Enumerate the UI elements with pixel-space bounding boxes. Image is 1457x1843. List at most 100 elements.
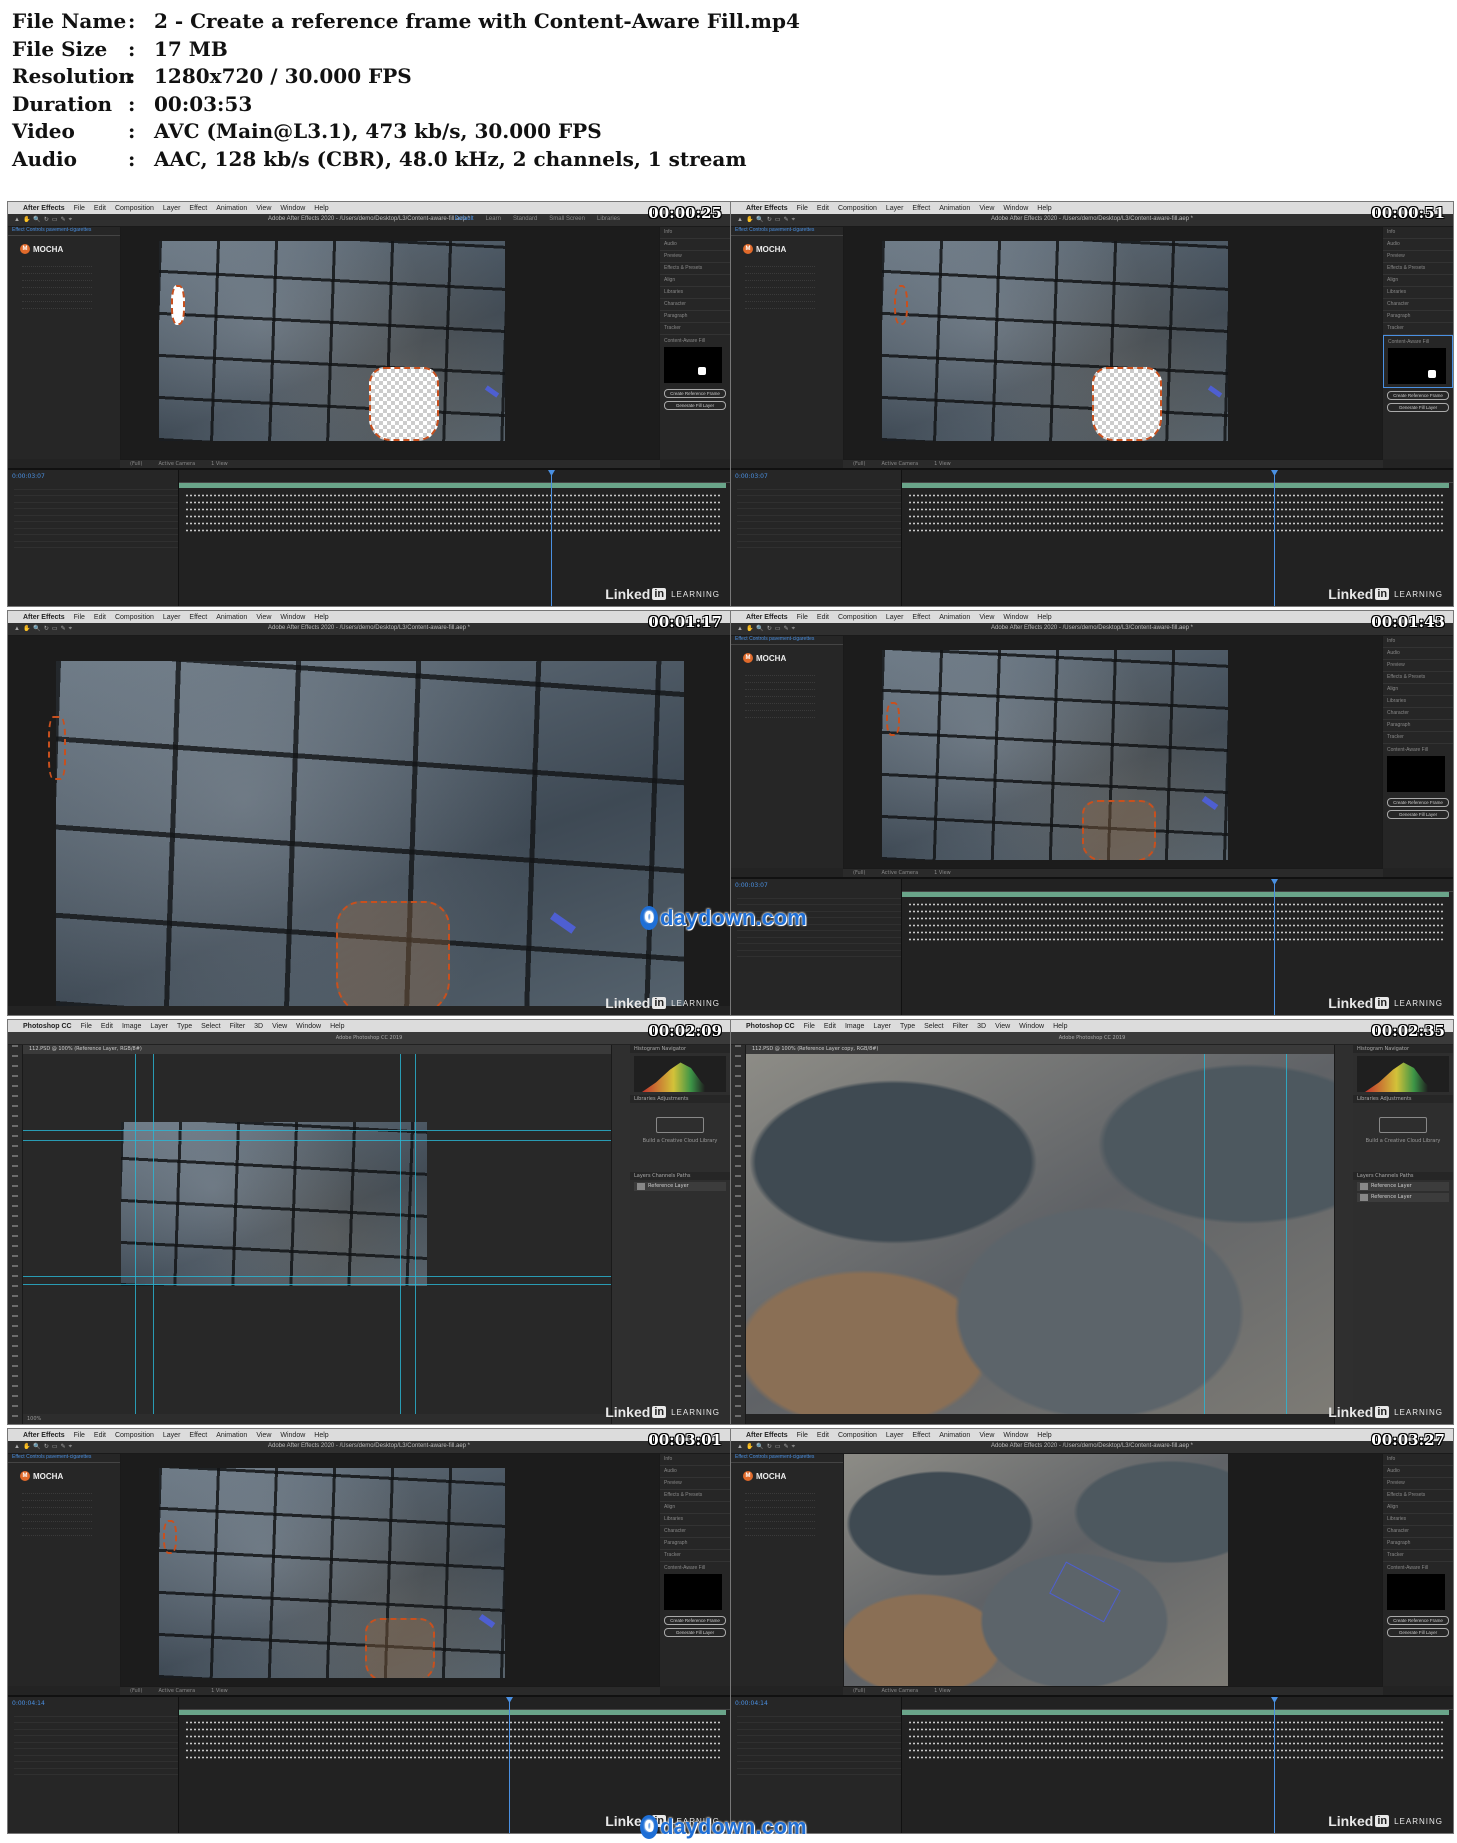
mocha-badge[interactable]: M MOCHA bbox=[20, 1471, 120, 1481]
menu-file[interactable]: File bbox=[804, 1023, 815, 1030]
menu-window[interactable]: Window bbox=[1019, 1023, 1044, 1030]
menu-help[interactable]: Help bbox=[1037, 1432, 1051, 1439]
histogram-tabs[interactable]: Histogram Navigator bbox=[630, 1045, 730, 1053]
menu-file[interactable]: File bbox=[74, 205, 85, 212]
composition-viewer[interactable] bbox=[121, 227, 660, 459]
menu-app[interactable]: After Effects bbox=[746, 614, 788, 621]
menu-layer[interactable]: Layer bbox=[886, 205, 904, 212]
menu-layer[interactable]: Layer bbox=[163, 614, 181, 621]
time-ruler[interactable] bbox=[179, 1697, 730, 1710]
view-layout-select[interactable]: 1 View bbox=[934, 1688, 951, 1694]
document-canvas[interactable] bbox=[746, 1054, 1335, 1414]
layer-bar[interactable] bbox=[902, 892, 1449, 897]
document-tab[interactable]: 112.PSD @ 100% (Reference Layer, RGB/8#) bbox=[23, 1045, 630, 1054]
create-reference-frame-button[interactable]: Create Reference Frame bbox=[664, 1616, 726, 1625]
libraries-tabs[interactable]: Libraries Adjustments bbox=[630, 1095, 730, 1103]
playhead[interactable] bbox=[1274, 470, 1275, 606]
guide-line[interactable] bbox=[23, 1140, 612, 1141]
effect-controls-tab[interactable]: Effect Controls pavement-cigarettes bbox=[731, 636, 843, 645]
create-reference-frame-button[interactable]: Create Reference Frame bbox=[1387, 1616, 1449, 1625]
layer-row[interactable]: Reference Layer bbox=[634, 1182, 726, 1191]
view-layout-select[interactable]: 1 View bbox=[211, 1688, 228, 1694]
playhead[interactable] bbox=[1274, 1697, 1275, 1833]
composition-viewer[interactable] bbox=[844, 1454, 1383, 1686]
current-time[interactable]: 0:00:03:07 bbox=[731, 470, 901, 483]
menu-file[interactable]: File bbox=[74, 1432, 85, 1439]
workspace-learn[interactable]: Learn bbox=[486, 216, 501, 222]
composition-viewer[interactable] bbox=[844, 227, 1383, 459]
generate-fill-layer-button[interactable]: Generate Fill Layer bbox=[664, 1628, 726, 1637]
menu-animation[interactable]: Animation bbox=[939, 205, 970, 212]
menu-window[interactable]: Window bbox=[280, 614, 305, 621]
menu-image[interactable]: Image bbox=[122, 1023, 141, 1030]
menu-composition[interactable]: Composition bbox=[838, 205, 877, 212]
view-layout-select[interactable]: 1 View bbox=[211, 461, 228, 467]
camera-select[interactable]: Active Camera bbox=[158, 1688, 195, 1694]
menu-window[interactable]: Window bbox=[280, 205, 305, 212]
effect-controls-tab[interactable]: Effect Controls pavement-cigarettes bbox=[731, 227, 843, 236]
menu-effect[interactable]: Effect bbox=[189, 1432, 207, 1439]
menu-view[interactable]: View bbox=[979, 614, 994, 621]
menu-composition[interactable]: Composition bbox=[115, 205, 154, 212]
menu-view[interactable]: View bbox=[995, 1023, 1010, 1030]
composition-viewer[interactable] bbox=[121, 1454, 660, 1686]
menu-edit[interactable]: Edit bbox=[824, 1023, 836, 1030]
menu-animation[interactable]: Animation bbox=[216, 205, 247, 212]
playhead[interactable] bbox=[1274, 879, 1275, 1015]
menu-help[interactable]: Help bbox=[314, 1432, 328, 1439]
menu-file[interactable]: File bbox=[797, 614, 808, 621]
resolution-select[interactable]: (Full) bbox=[853, 1688, 865, 1694]
menu-app[interactable]: After Effects bbox=[23, 614, 65, 621]
menu-view[interactable]: View bbox=[272, 1023, 287, 1030]
menu-app[interactable]: After Effects bbox=[23, 205, 65, 212]
menu-app[interactable]: After Effects bbox=[23, 1432, 65, 1439]
menu-animation[interactable]: Animation bbox=[939, 1432, 970, 1439]
menu-edit[interactable]: Edit bbox=[94, 205, 106, 212]
generate-fill-layer-button[interactable]: Generate Fill Layer bbox=[664, 401, 726, 410]
current-time[interactable]: 0:00:04:14 bbox=[731, 1697, 901, 1710]
view-layout-select[interactable]: 1 View bbox=[934, 870, 951, 876]
guide-line[interactable] bbox=[135, 1054, 136, 1414]
workspace-default[interactable]: Default bbox=[455, 216, 474, 222]
menu-window[interactable]: Window bbox=[280, 1432, 305, 1439]
document-canvas[interactable] bbox=[23, 1054, 612, 1414]
menu-composition[interactable]: Composition bbox=[115, 1432, 154, 1439]
layer-row[interactable]: Reference Layer bbox=[1357, 1193, 1449, 1202]
view-layout-select[interactable]: 1 View bbox=[934, 461, 951, 467]
panel-icon-strip[interactable] bbox=[611, 1045, 630, 1424]
effect-controls-tab[interactable]: Effect Controls pavement-cigarettes bbox=[731, 1454, 843, 1463]
menu-edit[interactable]: Edit bbox=[94, 614, 106, 621]
menu-composition[interactable]: Composition bbox=[838, 614, 877, 621]
menu-effect[interactable]: Effect bbox=[189, 614, 207, 621]
guide-line[interactable] bbox=[23, 1130, 612, 1131]
camera-select[interactable]: Active Camera bbox=[881, 461, 918, 467]
menu-app[interactable]: Photoshop CC bbox=[23, 1023, 72, 1030]
menu-file[interactable]: File bbox=[797, 1432, 808, 1439]
menu-edit[interactable]: Edit bbox=[94, 1432, 106, 1439]
menu-edit[interactable]: Edit bbox=[817, 614, 829, 621]
menu-app[interactable]: After Effects bbox=[746, 1432, 788, 1439]
menu-file[interactable]: File bbox=[74, 614, 85, 621]
menu-composition[interactable]: Composition bbox=[115, 614, 154, 621]
menu-window[interactable]: Window bbox=[1003, 205, 1028, 212]
menu-help[interactable]: Help bbox=[1037, 205, 1051, 212]
guide-line[interactable] bbox=[23, 1284, 612, 1285]
menu-filter[interactable]: Filter bbox=[953, 1023, 969, 1030]
layer-bar[interactable] bbox=[902, 1710, 1449, 1715]
layer-row[interactable]: Reference Layer bbox=[1357, 1182, 1449, 1191]
time-ruler[interactable] bbox=[179, 470, 730, 483]
resolution-select[interactable]: (Full) bbox=[130, 1688, 142, 1694]
menu-view[interactable]: View bbox=[256, 614, 271, 621]
current-time[interactable]: 0:00:03:07 bbox=[731, 879, 901, 892]
workspace-libraries[interactable]: Libraries bbox=[597, 216, 620, 222]
menu-effect[interactable]: Effect bbox=[912, 205, 930, 212]
menu-file[interactable]: File bbox=[81, 1023, 92, 1030]
mocha-badge[interactable]: M MOCHA bbox=[743, 244, 843, 254]
menu-image[interactable]: Image bbox=[845, 1023, 864, 1030]
effect-controls-tab[interactable]: Effect Controls pavement-cigarettes bbox=[8, 1454, 120, 1463]
menu-view[interactable]: View bbox=[256, 205, 271, 212]
generate-fill-layer-button[interactable]: Generate Fill Layer bbox=[1387, 810, 1449, 819]
mocha-badge[interactable]: M MOCHA bbox=[20, 244, 120, 254]
workspace-standard[interactable]: Standard bbox=[513, 216, 537, 222]
menu-view[interactable]: View bbox=[979, 1432, 994, 1439]
